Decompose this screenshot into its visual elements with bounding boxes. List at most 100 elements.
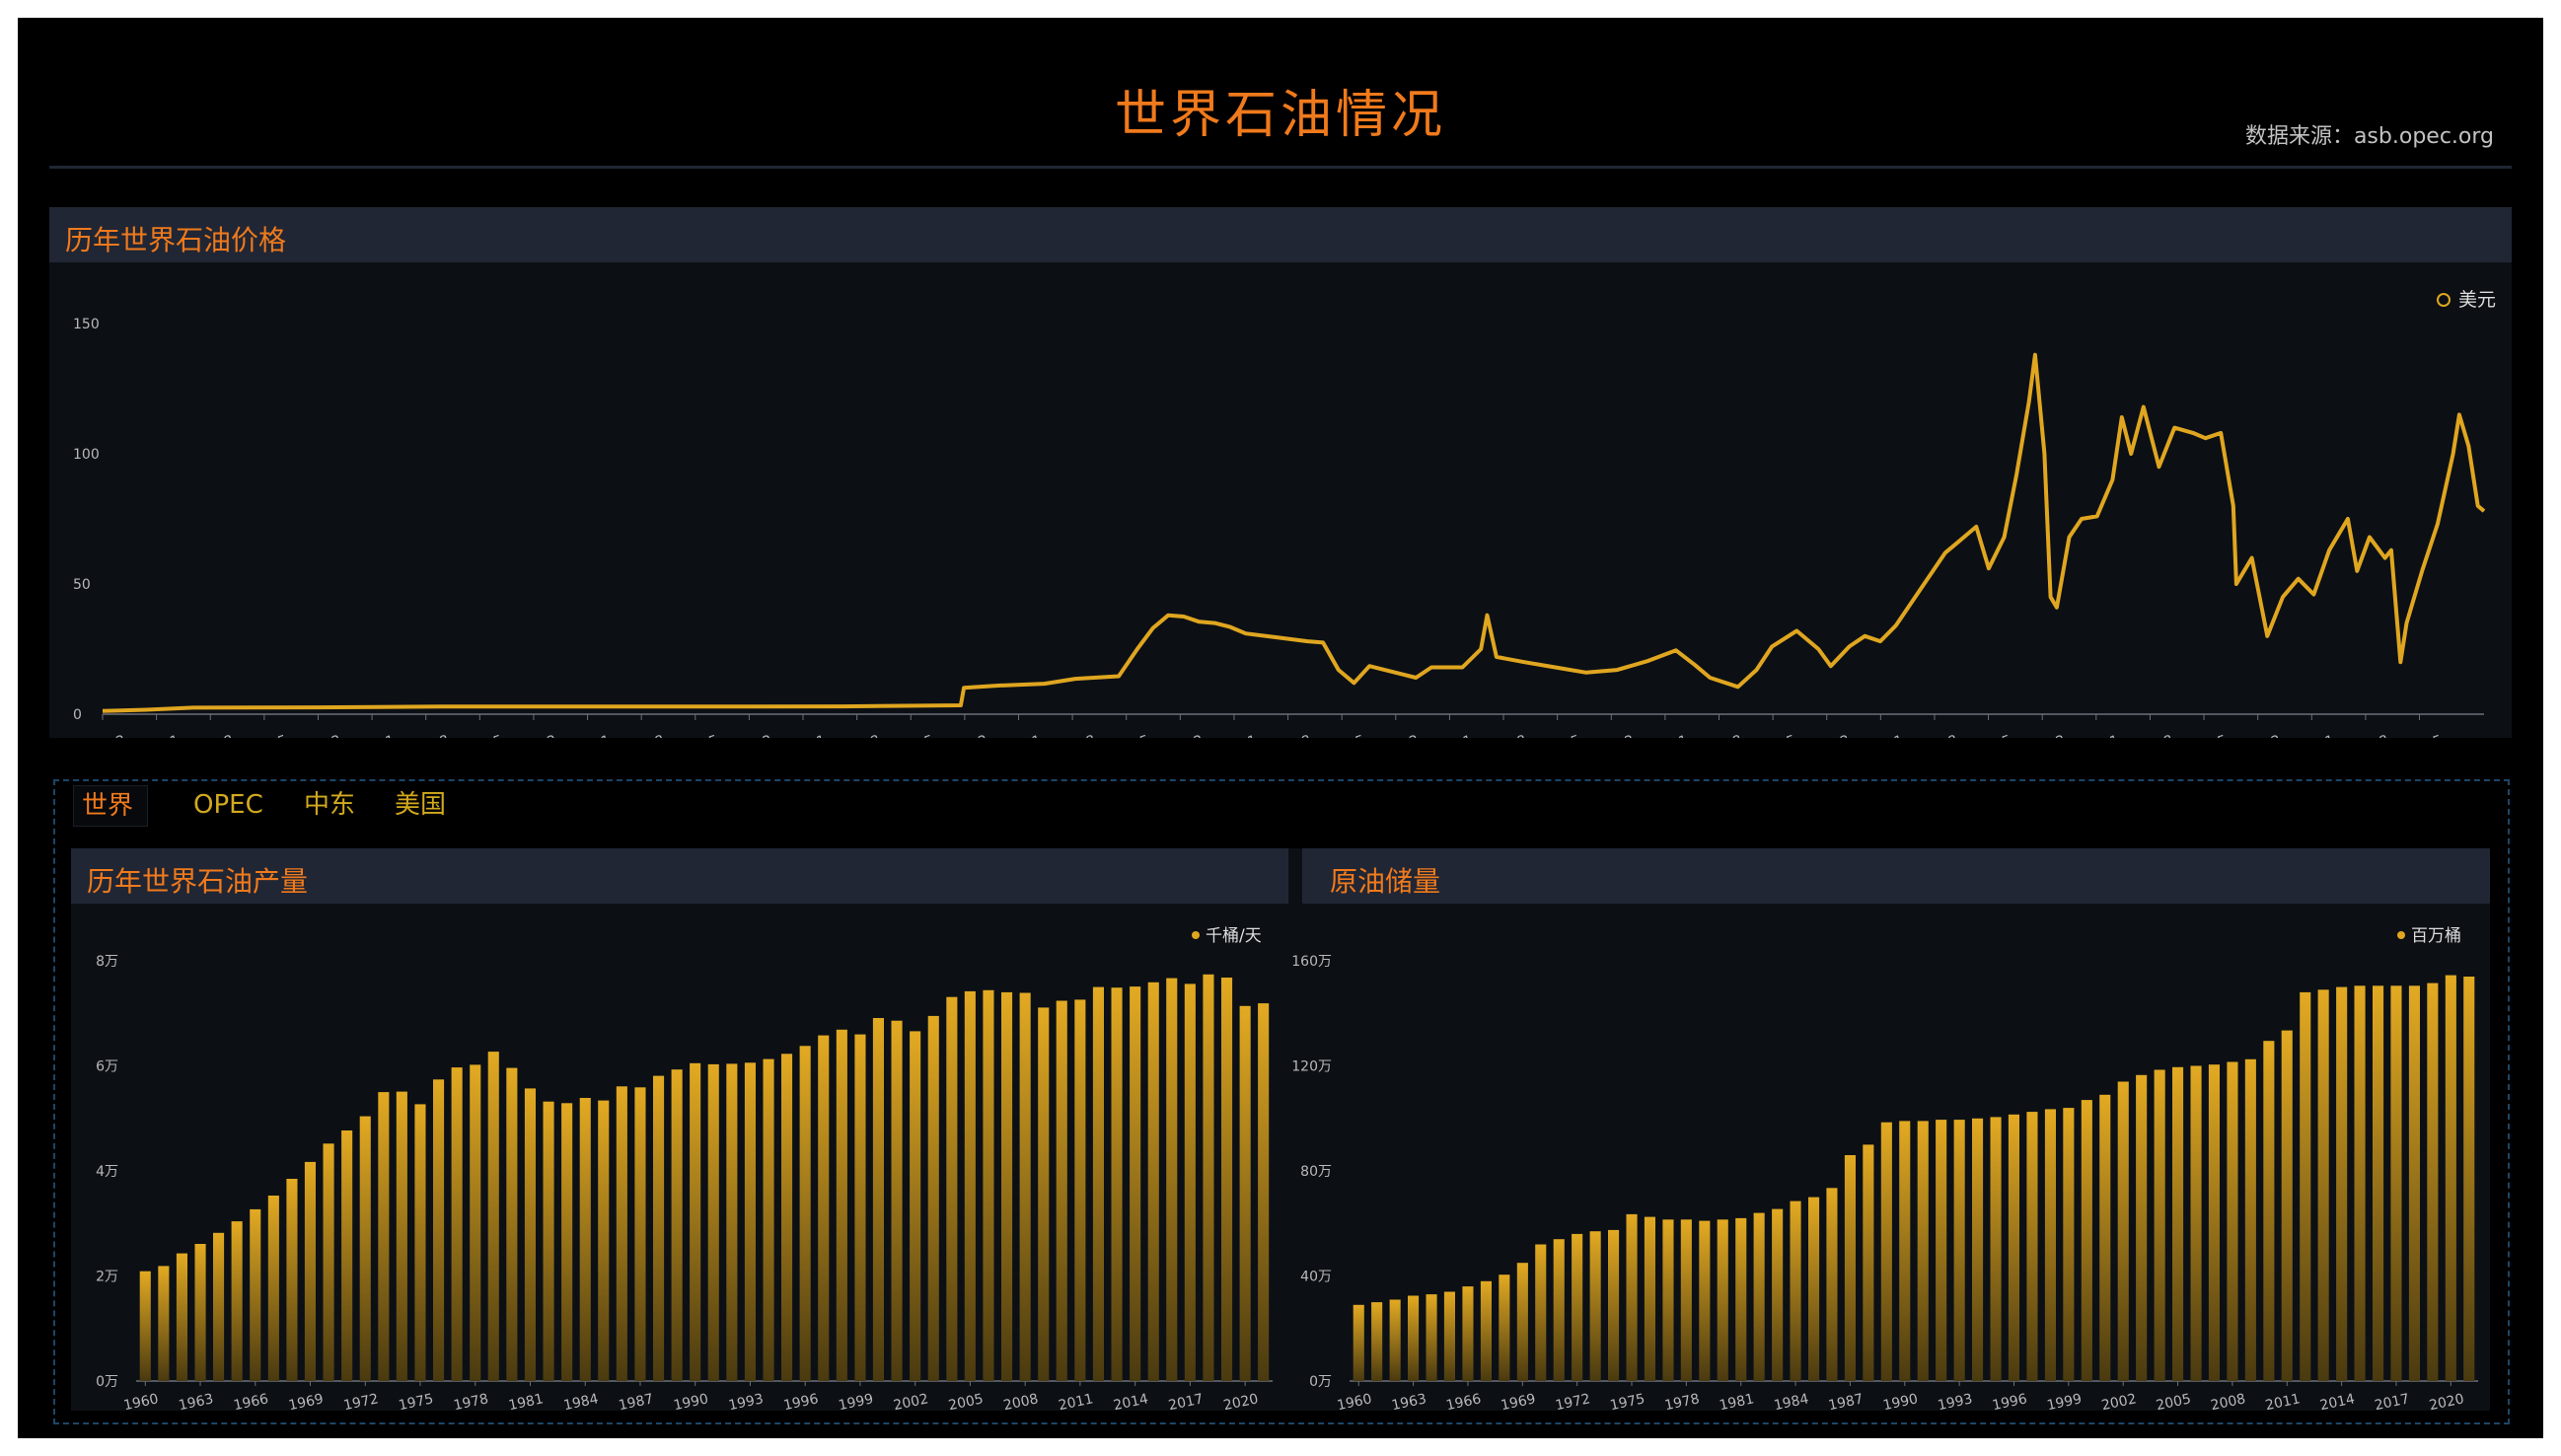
reserves-x-tick-label: 1990 — [1881, 1391, 1919, 1411]
production-bar — [561, 1103, 573, 1381]
reserves-bar — [1826, 1188, 1838, 1381]
reserves-bar — [2263, 1041, 2275, 1381]
reserves-bar — [2136, 1074, 2148, 1381]
price-x-tick-label: 1986/05 — [1307, 733, 1366, 738]
price-x-tick-label: 2017/11 — [2277, 733, 2336, 738]
reserves-bar — [1572, 1233, 1583, 1381]
price-y-tick-label: 0 — [73, 707, 82, 723]
production-bar — [707, 1063, 719, 1381]
production-bar-chart: 0万 2万 4万 6万 8万 1960 1963 1966 1969 1972 1975 1978 19… — [96, 926, 1273, 1411]
reserves-bar-chart: 0万 40万 80万 120万 160万 1960 1963 1966 1969 1972 1975… — [1291, 926, 2478, 1411]
production-bar — [1258, 1003, 1270, 1381]
price-x-tick-label: 1970/08 — [823, 733, 882, 738]
reserves-x-tick-label: 1978 — [1663, 1391, 1701, 1411]
production-bar — [836, 1029, 847, 1381]
price-x-tick-label: 1998/08 — [1684, 733, 1743, 738]
production-bar — [267, 1196, 279, 1381]
reserves-bar — [1844, 1155, 1856, 1381]
reserves-bar — [1353, 1304, 1364, 1381]
production-bar — [194, 1244, 206, 1381]
production-bar — [671, 1069, 683, 1381]
reserves-x-tick-label: 2014 — [2318, 1391, 2356, 1411]
reserves-x-tick-label: 1975 — [1609, 1391, 1646, 1411]
reserves-bar — [2408, 985, 2420, 1381]
reserves-bar — [1699, 1220, 1711, 1381]
price-x-tick-label: 2012/08 — [2115, 733, 2174, 738]
reserves-bar — [2427, 983, 2439, 1381]
price-line-chart: 0501001501946/021947/111949/081951/05195… — [68, 289, 2496, 738]
price-x-tick-label: 2000/05 — [1738, 733, 1797, 738]
price-y-tick-label: 50 — [73, 577, 91, 593]
reserves-x-tick-label: 2002 — [2100, 1391, 2138, 1411]
price-x-tick-label: 1977/08 — [1038, 733, 1097, 738]
reserves-bar — [1608, 1229, 1620, 1381]
price-legend-label: 美元 — [2458, 289, 2496, 311]
production-bar — [1056, 1000, 1067, 1381]
reserves-bar — [2390, 985, 2402, 1381]
price-x-tick-label: 1982/11 — [1200, 733, 1259, 738]
reserves-x-tick-label: 1996 — [1991, 1391, 2028, 1411]
production-bar — [543, 1101, 554, 1381]
reserves-bar — [1917, 1121, 1929, 1381]
reserves-bar — [2154, 1069, 2165, 1381]
dashboard-screen: 世界石油情况 数据来源：asb.opec.org 历年世界石油价格 0 50 100… — [18, 18, 2543, 1438]
price-x-tick-label: 1954/11 — [337, 733, 397, 738]
production-bar — [1203, 974, 1214, 1381]
production-bar — [1130, 986, 1141, 1381]
production-bar — [653, 1075, 665, 1381]
price-x-tick-label: 1958/05 — [445, 733, 504, 738]
production-bar — [690, 1062, 701, 1381]
reserves-y-tick-label: 40万 — [1300, 1270, 1332, 1285]
tab-world[interactable]: 世界 — [73, 785, 149, 827]
production-x-tick-label: 1966 — [232, 1391, 269, 1411]
tab-middle-east[interactable]: 中东 — [304, 785, 355, 825]
price-x-tick-label: 2002/02 — [1793, 733, 1852, 738]
price-x-tick-label: 1996/11 — [1631, 733, 1690, 738]
production-legend-label: 千桶/天 — [1206, 926, 1262, 946]
price-x-tick-label: 1963/08 — [607, 733, 666, 738]
reserves-y-tick-label: 0万 — [1309, 1374, 1332, 1390]
reserves-bar — [1753, 1212, 1765, 1381]
tab-usa[interactable]: 美国 — [395, 785, 446, 825]
production-bar — [213, 1232, 225, 1381]
production-bar — [910, 1031, 921, 1381]
reserves-bar — [2463, 977, 2475, 1381]
reserves-bar — [1772, 1208, 1784, 1381]
reserves-bar — [1972, 1118, 1984, 1382]
price-panel: 历年世界石油价格 0501001501946/021947/111949/081… — [49, 207, 2512, 738]
production-bar — [1147, 982, 1159, 1381]
production-bar — [1074, 999, 1086, 1381]
reserves-bar — [2373, 985, 2384, 1381]
reserves-bar — [1808, 1197, 1820, 1381]
reserves-bar — [1644, 1216, 1655, 1381]
production-bar — [396, 1091, 407, 1381]
production-bar — [176, 1253, 187, 1381]
production-x-tick-label: 1987 — [618, 1391, 655, 1411]
production-bar — [304, 1161, 316, 1381]
reserves-bar — [1735, 1217, 1747, 1381]
reserves-bar — [2190, 1065, 2202, 1381]
production-bar — [927, 1015, 939, 1381]
production-x-tick-label: 2008 — [1002, 1391, 1040, 1411]
reserves-x-tick-label: 1987 — [1827, 1391, 1865, 1411]
reserves-bar — [2099, 1094, 2111, 1381]
reserves-bar — [1499, 1274, 1510, 1381]
production-bar — [1092, 986, 1104, 1381]
reserves-y-tick-label: 160万 — [1291, 954, 1332, 970]
production-bar — [854, 1034, 866, 1381]
tab-opec[interactable]: OPEC — [193, 785, 263, 825]
production-x-tick-label: 1975 — [398, 1391, 435, 1411]
reserves-bar — [1553, 1239, 1565, 1381]
reserves-bar — [1790, 1201, 1801, 1381]
production-x-tick-label: 2002 — [892, 1391, 929, 1411]
reserves-bar — [1626, 1213, 1638, 1381]
reserves-bar — [2172, 1066, 2184, 1381]
reserves-x-tick-label: 2005 — [2155, 1391, 2192, 1411]
production-x-tick-label: 2011 — [1058, 1391, 1095, 1411]
price-x-tick-label: 1974/02 — [930, 733, 989, 738]
price-x-tick-label: 1981/02 — [1145, 733, 1205, 738]
reserves-bar — [2244, 1058, 2256, 1381]
price-x-tick-label: 2009/02 — [2008, 733, 2067, 738]
reserves-bar — [1680, 1219, 1692, 1381]
reserves-bar — [1717, 1219, 1728, 1381]
